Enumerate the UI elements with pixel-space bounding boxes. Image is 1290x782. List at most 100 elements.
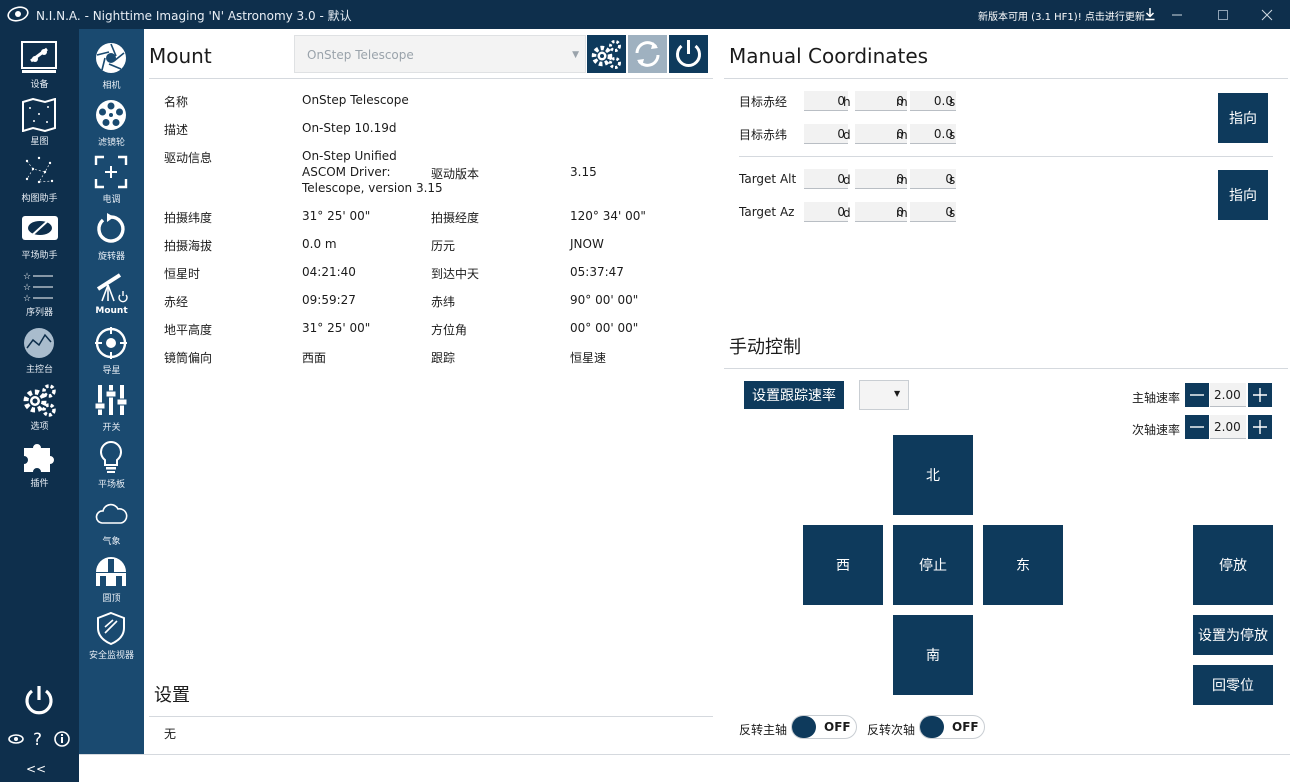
unit-label: m [896, 95, 908, 109]
target-dec-label: 目标赤纬 [739, 128, 788, 142]
secondary-rate-decrease-button[interactable] [1185, 415, 1209, 439]
tracking-label: 跟踪 [431, 351, 456, 365]
filter-wheel-icon [96, 100, 126, 130]
minimize-button[interactable] [1154, 0, 1200, 29]
move-north-button[interactable]: 北 [893, 435, 973, 515]
move-south-button[interactable]: 南 [893, 615, 973, 695]
driver-info-line: ASCOM Driver: [302, 165, 391, 179]
power-icon[interactable] [22, 683, 56, 717]
ra-value: 09:59:27 [302, 293, 356, 307]
nav-label: 平场板 [97, 480, 125, 490]
telescope-equipment-icon [21, 41, 57, 73]
imaging-icon [24, 328, 54, 358]
nav-sequencer[interactable]: ☆ ☆ ☆ 序列器 [0, 263, 79, 319]
nav-label: Mount [95, 306, 128, 316]
plus-icon [1253, 388, 1267, 402]
name-label: 名称 [164, 95, 189, 109]
set-tracking-rate-button[interactable]: 设置跟踪速率 [744, 381, 844, 409]
stop-button[interactable]: 停止 [893, 525, 973, 605]
unit-label: m [896, 173, 908, 187]
device-select[interactable]: OnStep Telescope ▼ [294, 35, 586, 73]
nina-logo-icon [7, 6, 29, 22]
move-east-button[interactable]: 东 [983, 525, 1063, 605]
secondary-rate-increase-button[interactable] [1248, 415, 1272, 439]
unit-label: s [949, 206, 956, 220]
slew-altaz-button[interactable]: 指向 [1218, 170, 1268, 220]
nav-filter-wheel[interactable]: 滤镜轮 [79, 92, 144, 148]
nav-guider[interactable]: 导星 [79, 320, 144, 376]
nav-options[interactable]: 选项 [0, 377, 79, 433]
plus-icon [1253, 420, 1267, 434]
nav-rotator[interactable]: 旋转器 [79, 206, 144, 262]
refresh-devices-button[interactable] [628, 35, 667, 73]
nav-label: 设备 [30, 80, 49, 90]
pier-side-label: 镜筒偏向 [164, 351, 213, 365]
toggle-knob [792, 716, 816, 738]
reverse-primary-toggle[interactable]: OFF [791, 715, 857, 739]
disconnect-button[interactable] [669, 35, 708, 73]
minus-icon [1190, 426, 1204, 428]
set-park-position-button[interactable]: 设置为停放 [1193, 615, 1273, 655]
nav-plugins[interactable]: 插件 [0, 434, 79, 490]
nav-camera[interactable]: 相机 [79, 35, 144, 91]
nav-switch[interactable]: 开关 [79, 377, 144, 433]
primary-rate-increase-button[interactable] [1248, 383, 1272, 407]
nav-label: 安全监视器 [88, 651, 134, 661]
secondary-rate-input[interactable]: 2.00 [1210, 415, 1246, 439]
nav-weather[interactable]: 气象 [79, 491, 144, 547]
nav-imaging[interactable]: 主控台 [0, 320, 79, 376]
target-dec-degrees-input[interactable]: 0 [804, 124, 848, 144]
site-longitude-label: 拍摄经度 [431, 211, 480, 225]
name-value: OnStep Telescope [302, 93, 409, 107]
unit-label: d [843, 173, 851, 187]
unit-label: h [843, 95, 851, 109]
driver-info-line: On-Step Unified [302, 149, 397, 163]
target-alt-degrees-input[interactable]: 0 [804, 169, 848, 189]
device-select-value: OnStep Telescope [307, 48, 414, 62]
nav-mount[interactable]: Mount [79, 263, 144, 319]
mount-settings-button[interactable] [587, 35, 626, 73]
divider [149, 78, 713, 79]
nav-focuser[interactable]: 电调 [79, 149, 144, 205]
framing-icon [25, 156, 54, 184]
azimuth-label: 方位角 [431, 323, 468, 337]
tracking-rate-select[interactable]: ▼ [859, 380, 909, 410]
close-button[interactable] [1244, 0, 1290, 29]
move-west-button[interactable]: 西 [803, 525, 883, 605]
target-az-degrees-input[interactable]: 0 [804, 202, 848, 222]
title-bar: N.I.N.A. - Nighttime Imaging 'N' Astrono… [0, 0, 1290, 29]
nav-sky-atlas[interactable]: 星图 [0, 92, 79, 148]
unit-label: s [949, 95, 956, 109]
bottom-toolbar-icons: ? [8, 730, 70, 749]
site-longitude-value: 120° 34' 00" [570, 209, 646, 223]
nav-framing[interactable]: 构图助手 [0, 149, 79, 205]
primary-rate-decrease-button[interactable] [1185, 383, 1209, 407]
equipment-navigation: 相机 滤镜轮 电调 旋转器 Mount 导星 开关 平场板 气象 圆顶 安全监视… [79, 29, 144, 754]
nav-equipment[interactable]: 设备 [0, 35, 79, 91]
dec-value: 90° 00' 00" [570, 293, 639, 307]
primary-rate-input[interactable]: 2.00 [1210, 383, 1246, 407]
update-available-link[interactable]: 新版本可用 (3.1 HF1)! 点击进行更新 [978, 8, 1145, 23]
gear-icon [23, 384, 56, 417]
find-home-button[interactable]: 回零位 [1193, 665, 1273, 705]
unit-label: d [843, 206, 851, 220]
target-ra-hours-input[interactable]: 0 [804, 91, 848, 111]
nav-dome[interactable]: 圆顶 [79, 548, 144, 604]
nav-flat-panel[interactable]: 平场板 [79, 434, 144, 490]
maximize-icon [1218, 10, 1228, 20]
nav-flat-wizard[interactable]: 平场助手 [0, 206, 79, 262]
maximize-button[interactable] [1200, 0, 1246, 29]
nav-safety-monitor[interactable]: 安全监视器 [79, 605, 144, 661]
unit-label: s [949, 173, 956, 187]
camera-icon [96, 43, 126, 73]
close-icon [1261, 9, 1273, 21]
refresh-icon [635, 41, 660, 67]
divider [149, 716, 713, 717]
slew-radec-button[interactable]: 指向 [1218, 93, 1268, 143]
park-button[interactable]: 停放 [1193, 525, 1273, 605]
unit-label: d [843, 128, 851, 142]
svg-text:☆: ☆ [23, 294, 31, 303]
collapse-nav-button[interactable]: << [26, 762, 46, 776]
driver-version-label: 驱动版本 [431, 167, 480, 181]
reverse-secondary-toggle[interactable]: OFF [919, 715, 985, 739]
